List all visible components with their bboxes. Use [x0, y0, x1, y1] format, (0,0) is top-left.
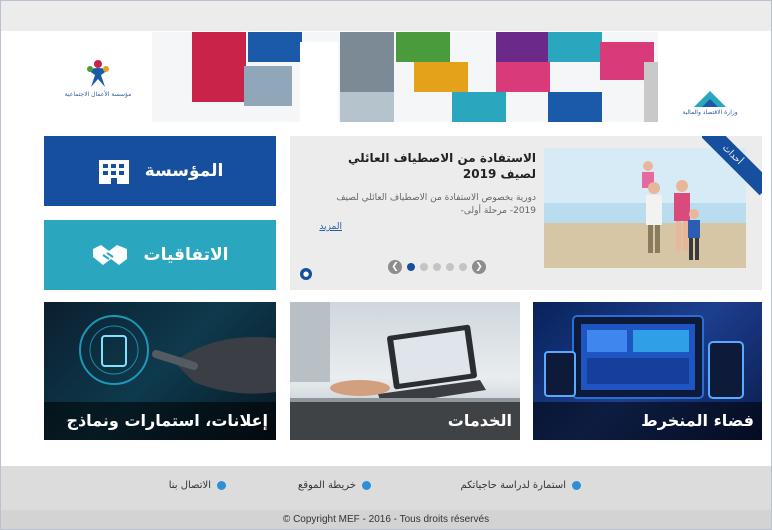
slider-dot[interactable] [420, 263, 428, 271]
ministry-logo-icon [694, 91, 726, 107]
footer-link-contact[interactable]: الاتصال بنا [169, 480, 226, 491]
banner-tile [192, 32, 246, 62]
banner-tile [300, 42, 338, 122]
foundation-label: المؤسسة [144, 161, 224, 181]
ministry-logo-text: وزارة الاقتصاد والمالية [682, 109, 738, 116]
bullet-icon [217, 481, 226, 490]
slider-pagination: ❮ ❯ [388, 260, 486, 274]
foundation-logo[interactable]: مؤسسة الأعمال الاجتماعية [44, 32, 152, 122]
ministry-logo[interactable]: وزارة الاقتصاد والمالية [658, 32, 762, 122]
agreements-label: الاتفاقيات [143, 245, 229, 265]
news-slider: أحداث الاستفادة من الاصطياف العائلي لصيف… [290, 136, 762, 290]
news-ribbon-label: أحداث [702, 136, 762, 196]
footer-link-needs-survey[interactable]: استمارة لدراسة حاجياتكم [460, 480, 581, 491]
top-bar [1, 1, 771, 31]
news-ribbon: أحداث [702, 136, 762, 196]
footer-link-sitemap[interactable]: خريطة الموقع [298, 480, 371, 491]
slider-dot[interactable] [446, 263, 454, 271]
bullet-icon [572, 481, 581, 490]
banner-tile [192, 62, 246, 102]
members-space-tile[interactable]: فضاء المنخرط [533, 302, 762, 440]
banner-tile [548, 32, 602, 62]
slider-dot[interactable] [459, 263, 467, 271]
banner-tile [244, 66, 292, 106]
banner-tile [396, 32, 450, 62]
building-icon [98, 160, 129, 184]
banner-tile [340, 32, 394, 92]
read-more-link[interactable]: المزيد [319, 222, 342, 232]
foundation-logo-icon [87, 59, 109, 87]
members-space-caption: فضاء المنخرط [533, 402, 762, 440]
agreements-tile-button[interactable]: الاتفاقيات [44, 220, 276, 290]
banner-tile [248, 32, 302, 62]
services-caption: الخدمات [290, 402, 520, 440]
bullet-icon [362, 481, 371, 490]
foundation-logo-text: مؤسسة الأعمال الاجتماعية [64, 90, 132, 98]
slide-title[interactable]: الاستفادة من الاصطياف العائلي لصيف 2019 [310, 150, 536, 182]
footer-links-bar: استمارة لدراسة حاجياتكم خريطة الموقع الا… [1, 466, 771, 510]
announcements-tile[interactable]: إعلانات، استمارات ونماذج [44, 302, 276, 440]
banner-tile [452, 92, 506, 122]
footer-link-label: استمارة لدراسة حاجياتكم [460, 480, 566, 491]
banner-tile [496, 32, 550, 62]
footer-link-label: الاتصال بنا [168, 480, 211, 491]
banner-tile [496, 62, 550, 92]
foundation-tile-button[interactable]: المؤسسة [44, 136, 276, 206]
slider-dot[interactable] [433, 263, 441, 271]
announcements-caption: إعلانات، استمارات ونماذج [44, 402, 276, 440]
banner-tile [548, 92, 602, 122]
slider-dot[interactable] [407, 263, 415, 271]
next-arrow-icon[interactable]: ❯ [472, 260, 486, 274]
slide-description: دورية بخصوص الاستفادة من الاصطياف العائل… [336, 193, 536, 216]
handshake-icon [93, 245, 128, 265]
prev-arrow-icon[interactable]: ❮ [388, 260, 402, 274]
copyright-text: © Copyright MEF - 2016 - Tous droits rés… [1, 510, 771, 529]
services-tile[interactable]: الخدمات [290, 302, 520, 440]
header-banner: مؤسسة الأعمال الاجتماعية وزارة الاقتصاد … [44, 32, 762, 122]
banner-tile [414, 62, 468, 92]
footer-link-label: خريطة الموقع [297, 480, 356, 491]
banner-tile [340, 92, 394, 122]
pause-icon[interactable]: ● [300, 268, 312, 280]
